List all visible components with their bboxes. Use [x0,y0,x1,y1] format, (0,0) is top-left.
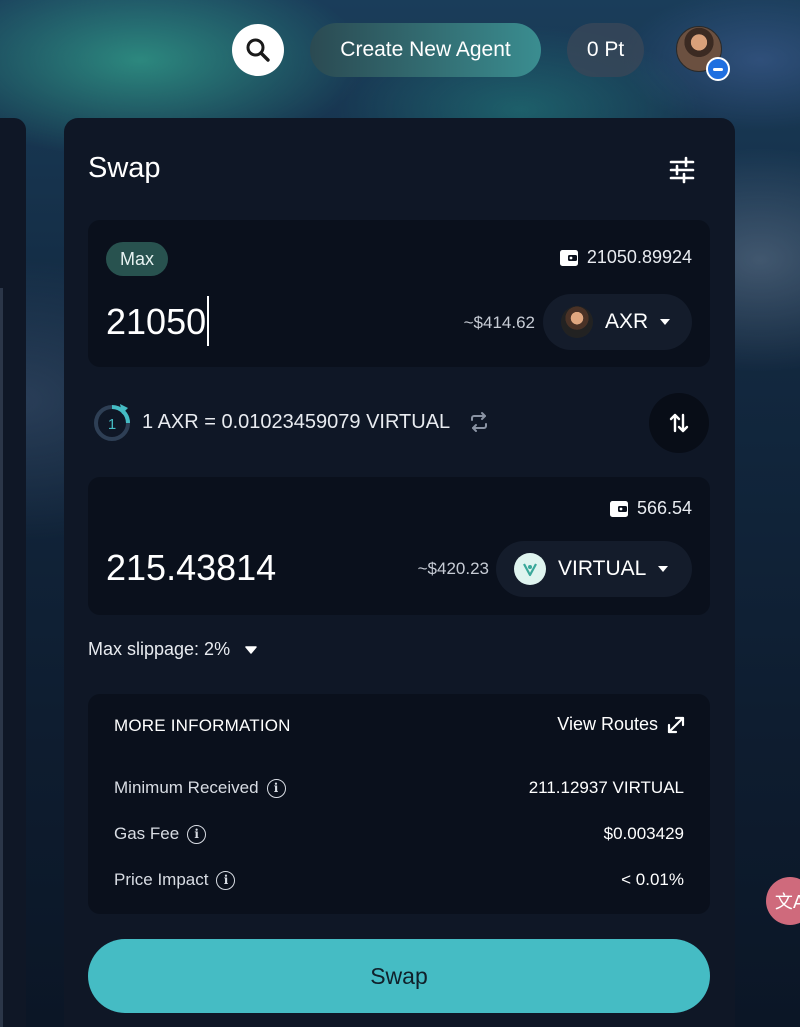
to-usd-value: ~$420.23 [417,559,489,578]
wallet-icon [559,249,578,266]
page-title: Swap [88,152,161,184]
swap-card: Swap Max 21050.89924 21050 ~$414.62 AXR [64,118,735,1027]
from-token-symbol: AXR [605,310,649,333]
info-icon[interactable]: i [266,778,286,798]
from-balance-value: 21050.89924 [586,247,692,267]
to-balance-value: 566.54 [636,498,692,518]
price-impact-value: < 0.01% [621,870,684,889]
more-information-panel: MORE INFORMATION View Routes Minimum Rec… [88,694,710,914]
create-new-agent-button[interactable]: Create New Agent [310,23,541,77]
points-badge[interactable]: 0 Pt [567,23,644,77]
minimum-received-row: Minimum Received i 211.12937 VIRTUAL [114,778,684,798]
swap-direction-button[interactable] [649,393,709,453]
swap-submit-button[interactable]: Swap [88,939,710,1013]
search-button[interactable] [232,24,284,76]
refresh-timer-icon[interactable]: 1 [92,402,132,442]
repeat-icon[interactable] [468,411,490,433]
to-amount-value[interactable]: 215.43814 [106,547,276,589]
to-token-symbol: VIRTUAL [558,557,647,580]
chevron-down-icon [660,319,671,325]
caret-down-icon [245,645,257,654]
chevron-down-icon [658,566,669,572]
left-side-panel [0,118,26,1027]
arrows-up-down-icon [669,413,689,433]
max-button[interactable]: Max [106,242,168,276]
from-balance: 21050.89924 [559,247,692,268]
text-cursor [207,296,210,347]
virtual-token-icon [514,553,546,585]
info-icon[interactable]: i [216,870,236,890]
minimum-received-label: Minimum Received [114,778,259,797]
refresh-countdown: 1 [108,416,116,433]
from-amount-input[interactable]: 21050 [106,296,210,347]
exchange-rate-row: 1 1 AXR = 0.01023459079 VIRTUAL [92,402,490,442]
to-balance: 566.54 [609,498,692,519]
info-icon[interactable]: i [187,824,207,844]
to-token-box: 566.54 215.43814 ~$420.23 VIRTUAL [88,477,710,615]
gas-fee-row: Gas Fee i $0.003429 [114,824,684,844]
avatar-status-badge [706,57,730,81]
gas-fee-value: $0.003429 [603,824,684,843]
max-slippage-dropdown[interactable]: Max slippage: 2% [88,639,258,660]
gas-fee-label: Gas Fee [114,824,180,843]
max-slippage-label: Max slippage: 2% [88,639,231,659]
price-impact-label: Price Impact [114,870,209,889]
from-usd-value: ~$414.62 [463,313,535,332]
translate-icon[interactable]: 文A [766,877,800,925]
axr-token-icon [561,306,593,338]
wallet-icon [609,500,628,517]
search-icon [246,38,270,62]
view-routes-link[interactable]: View Routes [557,714,686,735]
more-information-title: MORE INFORMATION [114,716,291,735]
panel-divider [0,288,3,1027]
minimum-received-value: 211.12937 VIRTUAL [528,778,684,797]
to-token-select[interactable]: VIRTUAL [496,541,692,597]
from-token-box: Max 21050.89924 21050 ~$414.62 AXR [88,220,710,367]
expand-arrow-icon [667,716,685,733]
from-amount-value: 21050 [106,301,207,342]
view-routes-label: View Routes [557,714,658,734]
sliders-icon[interactable] [668,156,696,184]
exchange-rate-text: 1 AXR = 0.01023459079 VIRTUAL [142,410,451,433]
price-impact-row: Price Impact i < 0.01% [114,870,684,890]
from-token-select[interactable]: AXR [543,294,692,350]
top-bar: Create New Agent 0 Pt [0,0,800,110]
